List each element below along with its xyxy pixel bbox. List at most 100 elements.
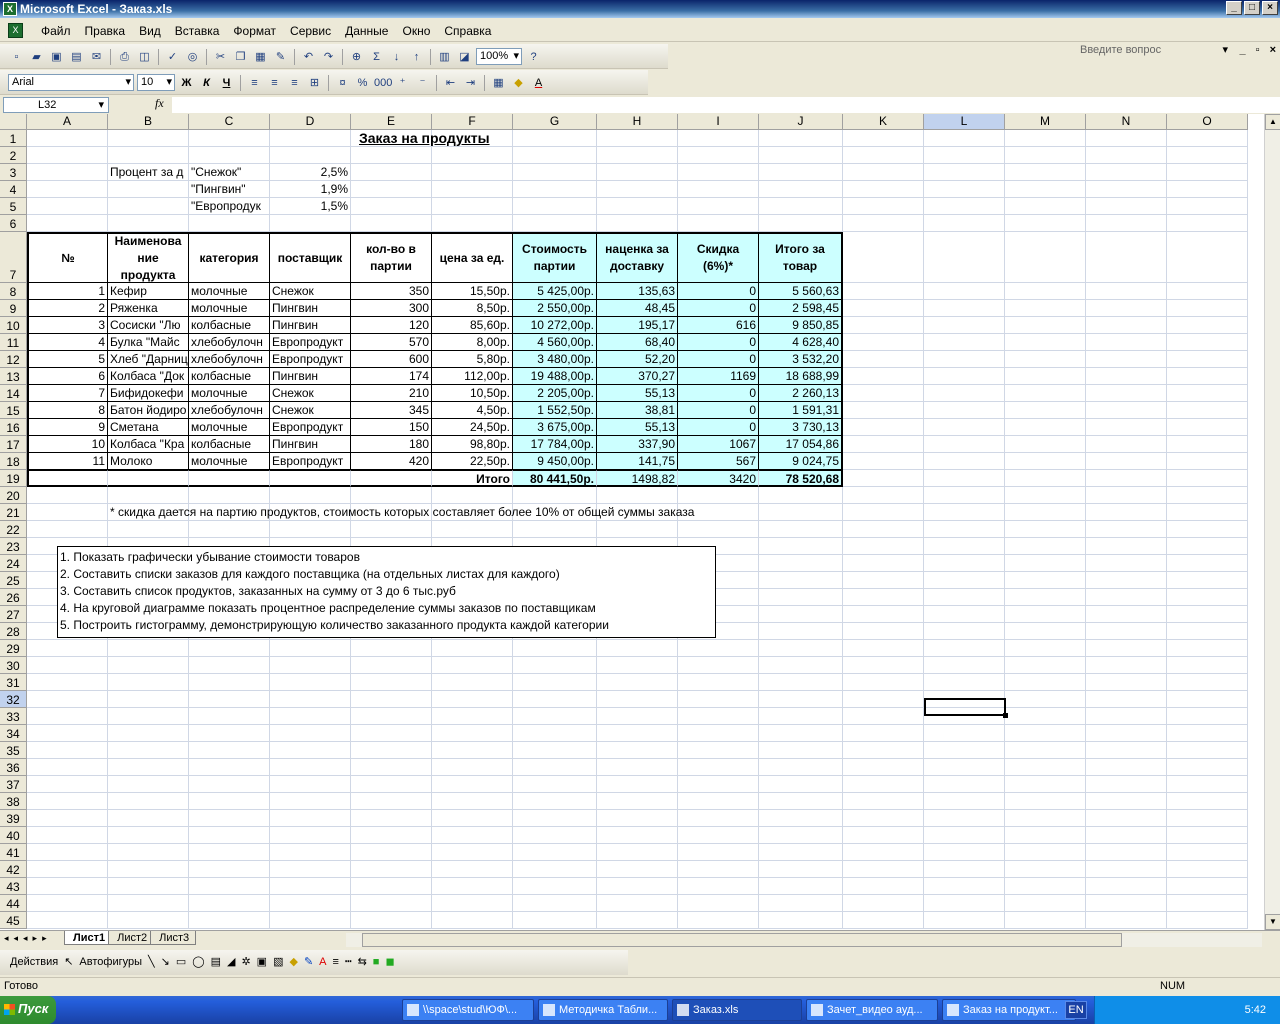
cell[interactable] bbox=[1167, 300, 1248, 317]
data-cell[interactable]: 68,40 bbox=[597, 334, 678, 351]
cell[interactable] bbox=[1086, 793, 1167, 810]
data-cell[interactable]: Булка "Майс bbox=[108, 334, 189, 351]
font-color-draw-icon[interactable]: A bbox=[319, 956, 326, 968]
cell[interactable] bbox=[1005, 317, 1086, 334]
cell[interactable] bbox=[270, 776, 351, 793]
worksheet[interactable]: ABCDEFGHIJKLMNO 1 Заказ на продукты 2 3 Проц… bbox=[0, 114, 1264, 930]
total-markup[interactable]: 1498,82 bbox=[597, 470, 678, 487]
open-icon[interactable]: ▰ bbox=[28, 49, 45, 65]
cell[interactable] bbox=[1005, 589, 1086, 606]
cell[interactable] bbox=[843, 164, 924, 181]
cell[interactable] bbox=[1167, 589, 1248, 606]
cell[interactable] bbox=[1086, 861, 1167, 878]
data-cell[interactable]: 4,50р. bbox=[432, 402, 513, 419]
cell[interactable] bbox=[1005, 300, 1086, 317]
cell[interactable] bbox=[432, 674, 513, 691]
data-cell[interactable]: 300 bbox=[351, 300, 432, 317]
row-header[interactable]: 40 bbox=[0, 827, 27, 844]
cell[interactable] bbox=[108, 215, 189, 232]
cell[interactable] bbox=[759, 895, 843, 912]
cell[interactable] bbox=[1086, 895, 1167, 912]
menu-item-0[interactable]: Файл bbox=[34, 24, 78, 38]
row-header[interactable]: 8 bbox=[0, 283, 27, 300]
data-cell[interactable]: Сосиски "Лю bbox=[108, 317, 189, 334]
menu-item-5[interactable]: Сервис bbox=[283, 24, 338, 38]
picture-icon[interactable]: ▧ bbox=[273, 955, 283, 968]
cell[interactable] bbox=[513, 691, 597, 708]
merge-center-icon[interactable]: ⊞ bbox=[306, 75, 323, 91]
cell[interactable] bbox=[189, 130, 270, 147]
data-cell[interactable]: Хлеб "Дарниц bbox=[108, 351, 189, 368]
data-cell[interactable]: 210 bbox=[351, 385, 432, 402]
cell[interactable] bbox=[924, 436, 1005, 453]
cell[interactable] bbox=[432, 521, 513, 538]
data-cell[interactable]: молочные bbox=[189, 283, 270, 300]
cell[interactable] bbox=[270, 487, 351, 504]
menu-item-8[interactable]: Справка bbox=[437, 24, 498, 38]
cell[interactable] bbox=[759, 912, 843, 929]
cell[interactable] bbox=[678, 759, 759, 776]
cell[interactable] bbox=[1005, 606, 1086, 623]
horizontal-scrollbar[interactable] bbox=[346, 933, 1262, 947]
row-header[interactable]: 24 bbox=[0, 555, 27, 572]
data-cell[interactable]: 2 bbox=[27, 300, 108, 317]
cell[interactable] bbox=[513, 147, 597, 164]
cell[interactable] bbox=[189, 810, 270, 827]
totals-cell[interactable] bbox=[351, 470, 432, 487]
cell[interactable] bbox=[351, 844, 432, 861]
increase-indent-icon[interactable]: ⇥ bbox=[462, 75, 479, 91]
cell[interactable] bbox=[1005, 878, 1086, 895]
cell[interactable] bbox=[843, 793, 924, 810]
3d-icon[interactable]: ◼ bbox=[385, 955, 394, 968]
font-name-select[interactable]: Arial bbox=[8, 74, 134, 91]
data-cell[interactable]: 10 bbox=[27, 436, 108, 453]
data-cell[interactable]: Европродукт bbox=[270, 351, 351, 368]
cell[interactable] bbox=[597, 487, 678, 504]
cell[interactable] bbox=[759, 725, 843, 742]
data-cell[interactable]: 1 591,31 bbox=[759, 402, 843, 419]
cell[interactable] bbox=[843, 419, 924, 436]
data-cell[interactable]: 150 bbox=[351, 419, 432, 436]
cell[interactable] bbox=[759, 691, 843, 708]
maximize-button[interactable]: □ bbox=[1244, 1, 1260, 15]
cell[interactable] bbox=[924, 300, 1005, 317]
cell[interactable] bbox=[678, 657, 759, 674]
email-icon[interactable]: ✉ bbox=[88, 49, 105, 65]
cell[interactable] bbox=[843, 691, 924, 708]
cell[interactable] bbox=[1005, 759, 1086, 776]
data-cell[interactable]: 174 bbox=[351, 368, 432, 385]
cell[interactable] bbox=[1167, 674, 1248, 691]
total-discount[interactable]: 3420 bbox=[678, 470, 759, 487]
menu-item-2[interactable]: Вид bbox=[132, 24, 168, 38]
cell[interactable] bbox=[924, 776, 1005, 793]
row-header[interactable]: 32 bbox=[0, 691, 27, 708]
cell[interactable] bbox=[924, 657, 1005, 674]
cell[interactable] bbox=[1167, 470, 1248, 487]
cell[interactable] bbox=[1167, 487, 1248, 504]
cell[interactable] bbox=[597, 912, 678, 929]
doc-restore-button[interactable]: ▫ bbox=[1256, 44, 1260, 56]
data-cell[interactable]: 120 bbox=[351, 317, 432, 334]
column-header-G[interactable]: G bbox=[513, 114, 597, 130]
dash-style-icon[interactable]: ┅ bbox=[345, 955, 352, 968]
cell[interactable] bbox=[759, 572, 843, 589]
cell[interactable] bbox=[108, 725, 189, 742]
cell[interactable] bbox=[108, 657, 189, 674]
cell[interactable] bbox=[270, 691, 351, 708]
cell[interactable] bbox=[924, 164, 1005, 181]
data-cell[interactable]: 2 260,13 bbox=[759, 385, 843, 402]
cell[interactable] bbox=[1005, 164, 1086, 181]
cell[interactable] bbox=[843, 895, 924, 912]
data-cell[interactable]: 9 024,75 bbox=[759, 453, 843, 470]
data-cell[interactable]: 195,17 bbox=[597, 317, 678, 334]
cell[interactable] bbox=[843, 487, 924, 504]
cell[interactable] bbox=[1086, 810, 1167, 827]
cell[interactable] bbox=[27, 861, 108, 878]
row-header[interactable]: 27 bbox=[0, 606, 27, 623]
cell[interactable] bbox=[1167, 572, 1248, 589]
cell[interactable] bbox=[843, 844, 924, 861]
menu-item-7[interactable]: Окно bbox=[395, 24, 437, 38]
cell[interactable] bbox=[108, 181, 189, 198]
clipart-icon[interactable]: ▣ bbox=[257, 955, 267, 968]
data-cell[interactable]: Снежок bbox=[270, 283, 351, 300]
